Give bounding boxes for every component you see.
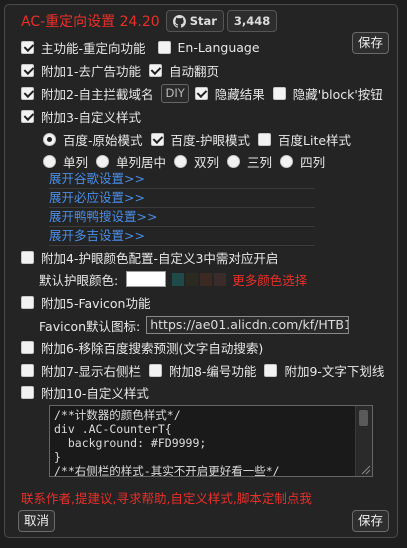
custom-css-label: 附加10-自定义样式 <box>41 385 149 401</box>
bing-settings-link[interactable]: 展开必应设置>> <box>49 190 315 208</box>
diy-button[interactable]: DIY <box>161 83 189 103</box>
custom-css-checkbox[interactable] <box>21 385 34 399</box>
color-swatch[interactable] <box>186 272 199 286</box>
hide-block-button-label: 隐藏'block'按钮 <box>292 86 383 102</box>
auto-page-label: 自动翻页 <box>168 63 219 79</box>
hide-block-button-checkbox[interactable] <box>272 86 286 100</box>
column-layout-row: 单列 单列居中 双列 三列 四列 <box>43 151 325 171</box>
en-language-checkbox[interactable] <box>157 40 171 54</box>
favicon-row: 附加5-Favicon功能 <box>21 292 150 312</box>
code-line: div .AC-CounterT{ <box>54 422 172 436</box>
single-center-radio[interactable] <box>96 154 110 168</box>
custom-css-row: 附加10-自定义样式 <box>21 382 149 402</box>
baidu-lite-checkbox[interactable] <box>258 132 272 146</box>
main-redirect-checkbox[interactable] <box>21 40 34 54</box>
eye-color-row: 附加4-护眼颜色配置-自定义3中需对应开启 <box>21 247 278 267</box>
color-swatch[interactable] <box>200 272 213 286</box>
cancel-button[interactable]: 取消 <box>18 510 56 532</box>
favicon-checkbox[interactable] <box>21 295 34 309</box>
code-line: background: #FD9999; <box>54 436 207 450</box>
favicon-default-label: Favicon默认图标: <box>39 318 141 334</box>
custom-style-checkbox[interactable] <box>21 109 34 123</box>
remove-predict-checkbox[interactable] <box>21 340 34 354</box>
save-button-bottom[interactable]: 保存 <box>352 510 390 532</box>
star-label: Star <box>189 14 217 28</box>
quad-column-radio[interactable] <box>280 154 294 168</box>
more-colors-link[interactable]: 更多颜色选择 <box>232 270 307 289</box>
default-eye-color-row: 默认护眼颜色: 更多颜色选择 <box>39 269 307 289</box>
single-center-label: 单列居中 <box>116 154 167 170</box>
main-redirect-row: 主功能-重定向功能 En-Language <box>21 37 260 57</box>
block-domain-checkbox[interactable] <box>21 86 34 100</box>
double-column-label: 双列 <box>194 154 220 170</box>
favicon-default-row: Favicon默认图标: https://ae01.alicdn.com/kf/… <box>39 315 350 335</box>
github-star-button[interactable]: Star <box>165 10 224 32</box>
right-sidebar-checkbox[interactable] <box>21 363 34 377</box>
single-column-label: 单列 <box>63 154 89 170</box>
remove-ads-row: 附加1-去广告功能 自动翻页 <box>21 60 219 80</box>
triple-column-label: 三列 <box>247 154 273 170</box>
block-domain-row: 附加2-自主拦截域名 DIY 隐藏结果 隐藏'block'按钮 <box>21 83 383 103</box>
triple-column-radio[interactable] <box>227 154 241 168</box>
eye-color-checkbox[interactable] <box>21 250 34 264</box>
block-domain-label: 附加2-自主拦截域名 <box>41 86 154 102</box>
remove-ads-label: 附加1-去广告功能 <box>41 63 141 79</box>
save-button-top[interactable]: 保存 <box>352 32 390 54</box>
eye-color-label: 附加4-护眼颜色配置-自定义3中需对应开启 <box>41 250 279 266</box>
color-swatch[interactable] <box>214 272 227 286</box>
code-line: /**右侧栏的样式-其实不开启更好看一些*/ <box>54 464 280 477</box>
baidu-eye-checkbox[interactable] <box>150 132 164 146</box>
settings-panel: AC-重定向设置 24.20 Star 3,448 保存 主功能-重定向功能 E… <box>4 4 398 538</box>
auto-page-checkbox[interactable] <box>148 63 162 77</box>
remove-predict-row: 附加6-移除百度搜索预测(文字自动搜索) <box>21 337 263 357</box>
hide-results-checkbox[interactable] <box>194 86 208 100</box>
custom-style-label: 附加3-自定义样式 <box>41 109 141 125</box>
default-eye-color-label: 默认护眼颜色: <box>39 272 119 288</box>
custom-css-textarea[interactable]: /**计数器的颜色样式*/ div .AC-CounterT{ backgrou… <box>49 405 373 477</box>
quad-column-label: 四列 <box>300 154 326 170</box>
scrollbar-thumb[interactable] <box>359 410 368 426</box>
single-column-radio[interactable] <box>43 154 56 168</box>
panel-title: AC-重定向设置 24.20 <box>21 14 160 30</box>
resize-handle-icon[interactable] <box>359 463 371 475</box>
baidu-lite-label: 百度Lite样式 <box>278 132 352 148</box>
github-icon <box>172 14 186 28</box>
baidu-original-radio[interactable] <box>43 132 56 146</box>
underline-label: 附加9-文字下划线 <box>284 363 385 379</box>
code-line: /**计数器的颜色样式*/ <box>54 408 181 422</box>
eye-color-input[interactable] <box>126 271 167 287</box>
remove-predict-label: 附加6-移除百度搜索预测(文字自动搜索) <box>41 340 264 356</box>
custom-style-row: 附加3-自定义样式 <box>21 106 141 126</box>
favicon-label: 附加5-Favicon功能 <box>41 295 151 311</box>
baidu-original-label: 百度-原始模式 <box>63 132 143 148</box>
main-redirect-label: 主功能-重定向功能 <box>41 40 146 56</box>
code-line: } <box>54 450 61 464</box>
title-bar: AC-重定向设置 24.20 Star 3,448 <box>21 9 278 33</box>
numbering-label: 附加8-编号功能 <box>168 363 257 379</box>
double-column-radio[interactable] <box>174 154 188 168</box>
numbering-checkbox[interactable] <box>148 363 162 377</box>
color-swatch[interactable] <box>172 272 185 286</box>
baidu-eye-label: 百度-护眼模式 <box>170 132 251 148</box>
en-language-label: En-Language <box>177 39 260 55</box>
hide-results-label: 隐藏结果 <box>214 86 265 102</box>
favicon-url-input[interactable]: https://ae01.alicdn.com/kf/HTB1dR <box>146 316 350 334</box>
duckduckgo-settings-link[interactable]: 展开鸭鸭搜设置>> <box>49 209 315 227</box>
remove-ads-checkbox[interactable] <box>21 63 34 77</box>
style-mode-row: 百度-原始模式 百度-护眼模式 百度Lite样式 <box>43 129 351 149</box>
underline-checkbox[interactable] <box>264 363 278 377</box>
contact-author-link[interactable]: 联系作者,提建议,寻求帮助,自定义样式,脚本定制点我 <box>21 488 312 507</box>
star-count[interactable]: 3,448 <box>226 10 278 32</box>
right-sidebar-label: 附加7-显示右侧栏 <box>41 363 141 379</box>
dogedoge-settings-link[interactable]: 展开多吉设置>> <box>49 228 315 246</box>
google-settings-link[interactable]: 展开谷歌设置>> <box>49 171 315 189</box>
extras-row: 附加7-显示右侧栏 附加8-编号功能 附加9-文字下划线 <box>21 360 384 380</box>
